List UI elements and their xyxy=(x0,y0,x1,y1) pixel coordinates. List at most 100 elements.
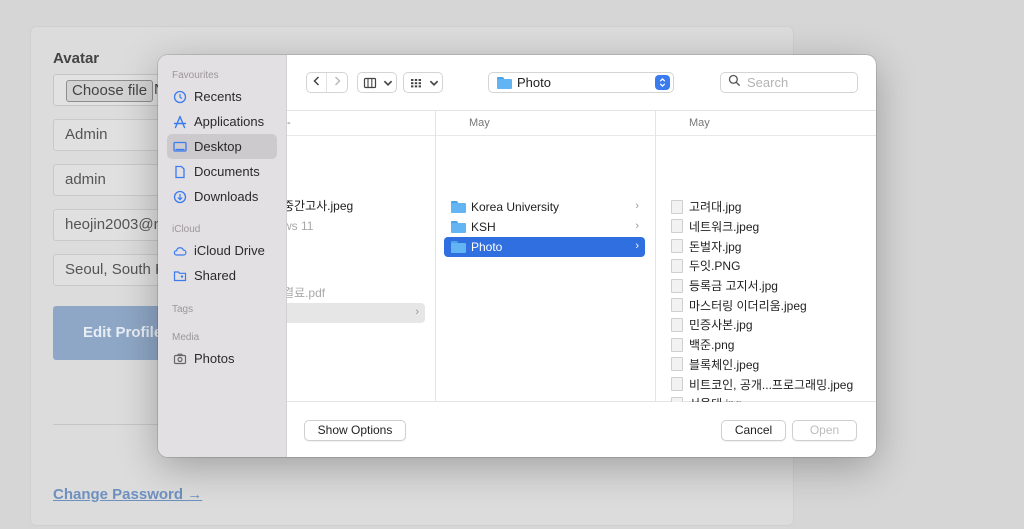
change-password-link[interactable]: Change Password → xyxy=(53,486,202,503)
document-icon xyxy=(173,165,187,179)
list-item[interactable]: ws 11 xyxy=(287,216,425,236)
file-thumbnail-icon xyxy=(671,219,683,234)
list-item-label: Korea University xyxy=(471,199,560,214)
file-item-label: 민증사본.jpg xyxy=(689,318,753,333)
icloud-header: iCloud xyxy=(172,224,201,235)
folder-item-korea-university[interactable]: Korea University › xyxy=(444,197,645,217)
dialog-footer: Show Options Cancel Open xyxy=(287,402,876,457)
sidebar-item-label: Photos xyxy=(194,351,235,366)
file-thumbnail-icon xyxy=(671,337,683,352)
grid-icon xyxy=(404,73,428,92)
column-desktop[interactable]: - 중간고사.jpeg ws 11 결료.pdf › xyxy=(287,111,436,402)
sidebar-item-label: Documents xyxy=(194,164,260,179)
sidebar-item-label: Shared xyxy=(194,268,236,283)
tags-header: Tags xyxy=(172,304,194,315)
applications-icon xyxy=(173,115,187,129)
sidebar-item-photos[interactable]: Photos xyxy=(167,346,277,371)
file-item[interactable]: 백준.png xyxy=(664,335,866,355)
column-photo-files[interactable]: May 고려대.jpg 네트워크.jpeg 돈벌자.jpg 두잇.PNG 등록금 고지서… xyxy=(656,111,876,402)
chevron-down-icon xyxy=(382,73,394,92)
folder-icon xyxy=(451,240,466,253)
folder-icon xyxy=(451,200,466,213)
view-mode-button[interactable] xyxy=(357,72,397,93)
username-field[interactable]: admin xyxy=(53,164,173,196)
avatar-file-input[interactable]: Choose file N xyxy=(53,74,173,106)
list-item-folder[interactable]: › xyxy=(287,303,425,323)
file-item[interactable]: 서울대.jpg xyxy=(664,394,866,402)
column-header: May xyxy=(656,111,876,136)
file-thumbnail-icon xyxy=(671,239,683,254)
history-nav xyxy=(306,72,348,93)
search-field[interactable]: Search xyxy=(720,72,858,93)
file-item-label: 서울대.jpg xyxy=(689,395,741,402)
sidebar-item-shared[interactable]: Shared xyxy=(167,263,277,288)
file-item[interactable]: 마스터링 이더리움.jpeg xyxy=(664,296,866,316)
chevron-left-icon xyxy=(310,74,324,91)
columns-view-icon xyxy=(358,73,382,92)
file-item-label: 고려대.jpg xyxy=(689,200,742,215)
forward-button[interactable] xyxy=(327,73,347,92)
file-item-label: 두잇.PNG xyxy=(689,259,741,274)
list-item-label: Photo xyxy=(471,239,503,254)
file-item-label: 비트코인, 공개...프로그래밍.jpeg xyxy=(689,377,854,392)
column-header: May xyxy=(436,111,655,136)
sidebar-item-label: Applications xyxy=(194,114,265,129)
sidebar-item-label: Downloads xyxy=(194,189,259,204)
folder-icon xyxy=(451,220,466,233)
search-placeholder: Search xyxy=(747,75,789,90)
group-by-button[interactable] xyxy=(403,72,443,93)
camera-icon xyxy=(173,352,187,366)
file-thumbnail-icon xyxy=(671,199,683,214)
folder-item-ksh[interactable]: KSH › xyxy=(444,217,645,237)
email-field[interactable]: heojin2003@n xyxy=(53,209,173,241)
cancel-button[interactable]: Cancel xyxy=(721,420,786,441)
file-item-label: 백준.png xyxy=(689,338,735,353)
location-popup[interactable]: Photo xyxy=(488,72,674,93)
sidebar-item-recents[interactable]: Recents xyxy=(167,84,277,109)
column-folders[interactable]: May Korea University › KSH › Photo › xyxy=(436,111,656,402)
file-thumbnail-icon xyxy=(671,357,683,372)
file-item[interactable]: 민증사본.jpg xyxy=(664,315,866,335)
column-header: - xyxy=(287,111,435,136)
file-thumbnail-icon xyxy=(671,258,683,273)
divider xyxy=(53,424,163,425)
list-item-label: KSH xyxy=(471,219,496,234)
media-header: Media xyxy=(172,332,200,343)
sidebar-item-documents[interactable]: Documents xyxy=(167,159,277,184)
choose-file-button[interactable]: Choose file xyxy=(66,80,154,102)
list-item[interactable]: 결료.pdf xyxy=(287,283,425,303)
sidebar-item-label: iCloud Drive xyxy=(194,243,265,258)
column-browser: - 중간고사.jpeg ws 11 결료.pdf › May Korea Uni… xyxy=(287,110,876,402)
clock-icon xyxy=(173,90,187,104)
dialog-toolbar: Photo Search xyxy=(287,55,876,110)
list-item[interactable]: 중간고사.jpeg xyxy=(287,196,425,216)
list-item-label: ws 11 xyxy=(287,218,314,233)
file-item[interactable]: 두잇.PNG xyxy=(664,256,866,276)
favourites-header: Favourites xyxy=(172,70,219,81)
edit-profile-button[interactable]: Edit Profile xyxy=(53,306,173,360)
file-item[interactable]: 고려대.jpg xyxy=(664,197,866,217)
chevron-right-icon: › xyxy=(635,220,639,232)
sidebar-item-desktop[interactable]: Desktop xyxy=(167,134,277,159)
file-item[interactable]: 비트코인, 공개...프로그래밍.jpeg xyxy=(664,374,866,394)
folder-item-photo[interactable]: Photo › xyxy=(444,237,645,257)
sidebar-item-downloads[interactable]: Downloads xyxy=(167,184,277,209)
back-button[interactable] xyxy=(307,73,327,92)
file-item[interactable]: 돈벌자.jpg xyxy=(664,236,866,256)
location-field[interactable]: Seoul, South K xyxy=(53,254,173,286)
file-item[interactable]: 네트워크.jpeg xyxy=(664,217,866,237)
chevron-down-icon xyxy=(428,73,440,92)
sidebar-item-label: Recents xyxy=(194,89,242,104)
file-item[interactable]: 등록금 고지서.jpg xyxy=(664,276,866,296)
name-field[interactable]: Admin xyxy=(53,119,173,151)
sidebar-item-icloud-drive[interactable]: iCloud Drive xyxy=(167,238,277,263)
sidebar-item-applications[interactable]: Applications xyxy=(167,109,277,134)
cloud-icon xyxy=(173,244,187,258)
show-options-button[interactable]: Show Options xyxy=(304,420,406,441)
open-button[interactable]: Open xyxy=(792,420,857,441)
updown-chevron-icon xyxy=(655,75,670,90)
desktop-icon xyxy=(173,140,187,154)
file-item[interactable]: 블록체인.jpeg xyxy=(664,355,866,375)
search-icon xyxy=(728,74,741,92)
file-thumbnail-icon xyxy=(671,317,683,332)
